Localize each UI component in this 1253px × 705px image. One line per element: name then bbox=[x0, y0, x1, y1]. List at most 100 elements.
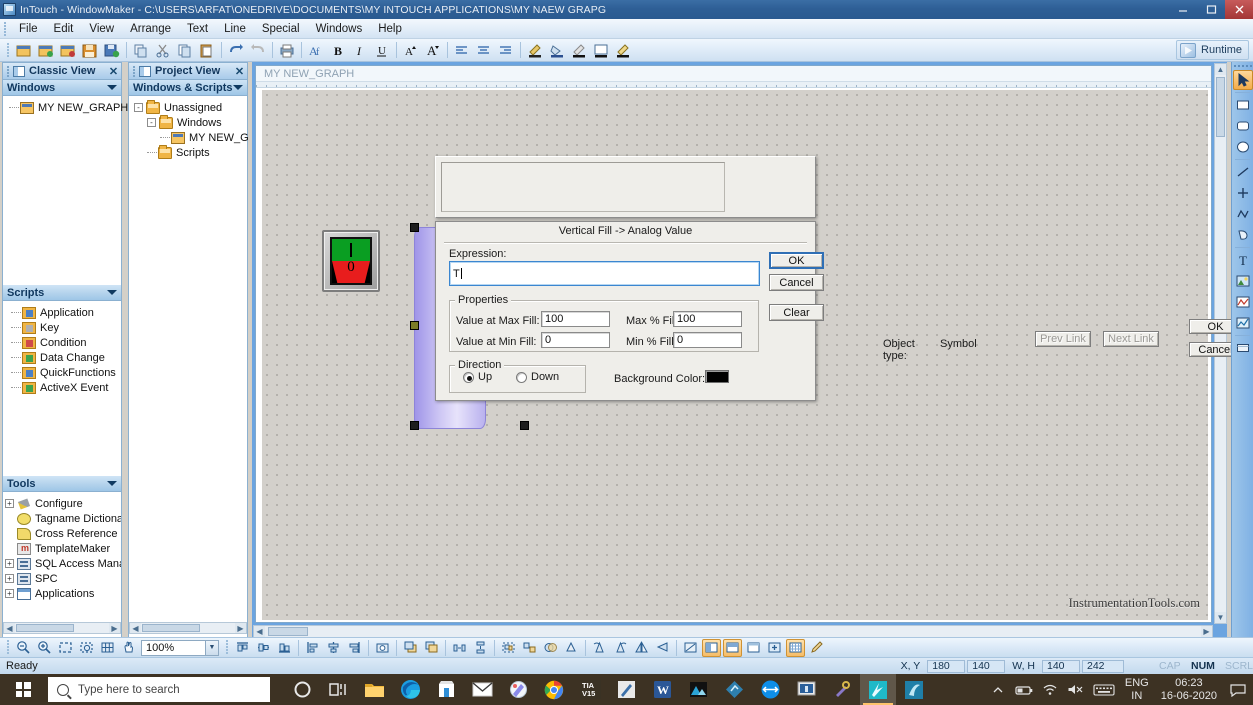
print-icon[interactable] bbox=[277, 40, 297, 60]
tools-icon[interactable] bbox=[824, 674, 860, 705]
chevron-up-icon[interactable] bbox=[985, 674, 1011, 705]
volume-mute-icon[interactable] bbox=[1063, 674, 1089, 705]
close-icon[interactable]: ✕ bbox=[106, 65, 121, 78]
intouch-app-icon[interactable] bbox=[896, 674, 932, 705]
open-window-icon[interactable] bbox=[36, 40, 56, 60]
teamviewer-icon[interactable] bbox=[752, 674, 788, 705]
align-top-icon[interactable] bbox=[233, 639, 252, 657]
classic-view-caption[interactable]: Classic View ✕ bbox=[3, 63, 121, 80]
clock[interactable]: 06:23 16-06-2020 bbox=[1155, 677, 1223, 703]
sidebar-item-key[interactable]: Key bbox=[5, 320, 119, 335]
expander-icon[interactable]: + bbox=[5, 574, 14, 583]
menu-special[interactable]: Special bbox=[254, 21, 308, 37]
scroll-right-arrow[interactable]: ▶ bbox=[109, 623, 120, 633]
save-icon[interactable] bbox=[80, 40, 100, 60]
scrollbar-thumb[interactable] bbox=[1216, 77, 1225, 137]
real-time-trend-tool[interactable] bbox=[1233, 292, 1253, 312]
direction-up-radio[interactable]: Up bbox=[463, 371, 492, 383]
tree-item-scripts[interactable]: Scripts bbox=[131, 144, 245, 160]
microsoft-word-icon[interactable]: W bbox=[644, 674, 680, 705]
toolbox-grip[interactable] bbox=[1232, 62, 1253, 69]
sidebar-item-application[interactable]: Application bbox=[5, 305, 119, 320]
rectangle-tool[interactable] bbox=[1233, 95, 1253, 115]
zoom-in-icon[interactable] bbox=[35, 639, 54, 657]
select-arrow-tool[interactable] bbox=[1232, 70, 1253, 90]
language-indicator[interactable]: ENG IN bbox=[1119, 677, 1155, 703]
bitmap-tool[interactable] bbox=[1233, 271, 1253, 291]
pencil-icon[interactable] bbox=[807, 639, 826, 657]
grid-icon[interactable] bbox=[98, 639, 117, 657]
ellipse-tool[interactable] bbox=[1233, 137, 1253, 157]
scrollbar-thumb[interactable] bbox=[142, 624, 200, 632]
cut-icon[interactable] bbox=[153, 40, 173, 60]
text-tool[interactable]: T bbox=[1233, 250, 1253, 270]
photos-icon[interactable] bbox=[680, 674, 716, 705]
menu-file[interactable]: File bbox=[11, 21, 46, 37]
resize-handle-bottom-left[interactable] bbox=[410, 421, 419, 430]
expander-icon[interactable]: + bbox=[5, 559, 14, 568]
window-color-icon[interactable] bbox=[591, 40, 611, 60]
send-to-back-icon[interactable] bbox=[401, 639, 420, 657]
sidebar-item-sql-access-manager[interactable]: + SQL Access Mana bbox=[5, 556, 121, 571]
menu-view[interactable]: View bbox=[81, 21, 122, 37]
tree-item-my-new-graph[interactable]: MY NEW_GRAPH bbox=[5, 100, 128, 115]
break-icon[interactable] bbox=[562, 639, 581, 657]
zoom-level-combobox[interactable]: 100% ▼ bbox=[141, 639, 219, 656]
scroll-right-arrow[interactable]: ▶ bbox=[235, 623, 246, 633]
pan-icon[interactable] bbox=[119, 639, 138, 657]
center-icon[interactable] bbox=[765, 639, 784, 657]
notification-icon[interactable] bbox=[1223, 674, 1253, 705]
chevron-down-icon[interactable] bbox=[107, 290, 117, 295]
highlight-color-icon[interactable] bbox=[613, 40, 633, 60]
scroll-left-arrow[interactable]: ◀ bbox=[254, 626, 265, 637]
chevron-down-icon[interactable] bbox=[107, 85, 117, 90]
menu-line[interactable]: Line bbox=[216, 21, 254, 37]
line-color-icon[interactable] bbox=[525, 40, 545, 60]
tile-horizontal-icon[interactable] bbox=[723, 638, 742, 657]
value-at-max-fill-input[interactable]: 100 bbox=[541, 311, 610, 327]
bottom-toolbar-grip-1[interactable] bbox=[5, 639, 10, 656]
resize-handle-top-left[interactable] bbox=[410, 223, 419, 232]
fill-color-icon[interactable] bbox=[547, 40, 567, 60]
start-button[interactable] bbox=[0, 674, 46, 705]
sidebar-item-data-change[interactable]: Data Change bbox=[5, 350, 119, 365]
bold-icon[interactable]: B bbox=[328, 40, 348, 60]
menu-arrange[interactable]: Arrange bbox=[122, 21, 179, 37]
sidebar-item-condition[interactable]: Condition bbox=[5, 335, 119, 350]
fill-dialog-cancel-button[interactable]: Cancel bbox=[769, 274, 824, 291]
menu-edit[interactable]: Edit bbox=[46, 21, 82, 37]
project-view-hscrollbar[interactable]: ◀ ▶ bbox=[129, 622, 247, 634]
text-color-icon[interactable] bbox=[569, 40, 589, 60]
expander-icon[interactable]: + bbox=[5, 589, 14, 598]
redo-icon[interactable] bbox=[248, 40, 268, 60]
runtime-button[interactable]: Runtime bbox=[1176, 40, 1249, 60]
rounded-rectangle-tool[interactable] bbox=[1233, 116, 1253, 136]
expander-icon[interactable]: - bbox=[134, 103, 143, 112]
polygon-tool[interactable] bbox=[1233, 225, 1253, 245]
group-icon[interactable] bbox=[499, 639, 518, 657]
show-grid-icon[interactable] bbox=[786, 638, 805, 657]
align-center-icon[interactable] bbox=[324, 639, 343, 657]
microsoft-store-icon[interactable] bbox=[428, 674, 464, 705]
flip-vertical-icon[interactable] bbox=[653, 639, 672, 657]
scrollbar-thumb[interactable] bbox=[268, 627, 308, 636]
new-window-icon[interactable] bbox=[14, 40, 34, 60]
classic-view-hscrollbar[interactable]: ◀ ▶ bbox=[3, 622, 121, 634]
space-vertical-icon[interactable] bbox=[471, 639, 490, 657]
windows-scripts-header[interactable]: Windows & Scripts bbox=[129, 80, 247, 96]
chevron-down-icon[interactable] bbox=[233, 85, 243, 90]
align-bottom-icon[interactable] bbox=[275, 639, 294, 657]
save-all-icon[interactable] bbox=[102, 40, 122, 60]
value-at-min-fill-input[interactable]: 0 bbox=[541, 332, 610, 348]
direction-down-radio[interactable]: Down bbox=[516, 371, 559, 383]
chevron-down-icon[interactable] bbox=[107, 481, 117, 486]
close-icon[interactable]: ✕ bbox=[232, 65, 247, 78]
copy-icon[interactable] bbox=[175, 40, 195, 60]
min-pct-fill-input[interactable]: 0 bbox=[673, 332, 742, 348]
panel-grip[interactable] bbox=[6, 65, 10, 77]
prev-link-button[interactable]: Prev Link bbox=[1035, 331, 1091, 347]
polyline-tool[interactable] bbox=[1233, 204, 1253, 224]
rotate-left-icon[interactable] bbox=[590, 639, 609, 657]
panel-grip[interactable] bbox=[132, 65, 136, 77]
google-chrome-icon[interactable] bbox=[536, 674, 572, 705]
